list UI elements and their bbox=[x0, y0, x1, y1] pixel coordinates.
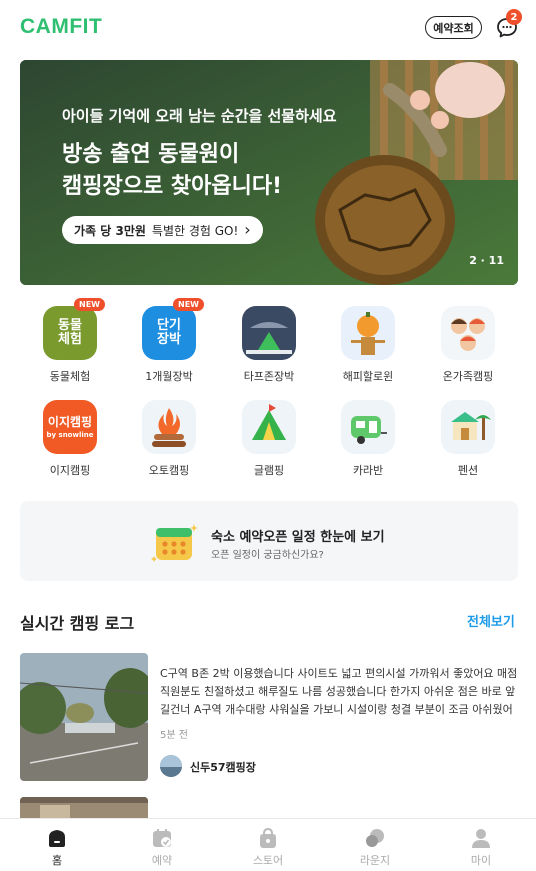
category-label: 이지캠핑 bbox=[49, 464, 91, 477]
tab-label: 라운지 bbox=[359, 854, 391, 867]
see-all-link[interactable]: 전체보기 bbox=[467, 611, 515, 630]
category-label: 1개월장박 bbox=[145, 370, 193, 383]
tab-home[interactable]: 홈 bbox=[27, 827, 87, 868]
tab-label: 홈 bbox=[51, 854, 63, 867]
category-pension[interactable]: 펜션 bbox=[423, 400, 513, 478]
calendar-icon bbox=[151, 524, 198, 562]
category-label: 펜션 bbox=[457, 464, 479, 477]
category-tarp-zone[interactable]: 타프존장박 bbox=[224, 306, 314, 384]
avatar bbox=[160, 755, 182, 777]
chevron-right-icon: › bbox=[244, 220, 251, 239]
schedule-subtitle: 오픈 일정이 궁금하신가요? bbox=[211, 550, 324, 561]
calendar-check-icon bbox=[153, 829, 171, 847]
promo-banner[interactable]: 아이들 기억에 오래 남는 순간을 선물하세요 방송 출연 동물원이 캠핑장으로… bbox=[20, 60, 518, 285]
chat-unread-badge: 2 bbox=[506, 9, 522, 25]
easy-camping-icon: 이지캠핑 by snowline bbox=[43, 400, 97, 454]
reservation-lookup-button[interactable]: 예약조회 bbox=[425, 16, 482, 39]
log-time: 5분 전 bbox=[160, 730, 188, 741]
schedule-title: 숙소 예약오픈 일정 한눈에 보기 bbox=[211, 530, 385, 545]
person-icon bbox=[472, 829, 490, 848]
category-family-camping[interactable]: 온가족캠핑 bbox=[423, 306, 513, 384]
long-stay-icon: 단기 장박 NEW bbox=[142, 298, 204, 360]
caravan-icon bbox=[341, 400, 395, 454]
category-halloween[interactable]: 해피할로윈 bbox=[323, 306, 413, 384]
home-icon bbox=[49, 830, 65, 847]
family-camping-icon bbox=[441, 306, 495, 360]
banner-cta-bold: 가족 당 3만원 bbox=[74, 223, 146, 238]
app-header: CAMFIT 예약조회 2 bbox=[0, 0, 536, 56]
log-thumbnail[interactable] bbox=[20, 653, 148, 781]
halloween-icon bbox=[341, 306, 395, 360]
category-long-stay[interactable]: 단기 장박 NEW 1개월장박 bbox=[124, 298, 214, 384]
new-badge: NEW bbox=[74, 298, 105, 311]
glamping-icon bbox=[242, 400, 296, 454]
tab-store[interactable]: 스토어 bbox=[238, 827, 298, 868]
log-photo bbox=[20, 653, 148, 781]
new-badge: NEW bbox=[173, 298, 204, 311]
log-author[interactable]: 신두57캠핑장 bbox=[190, 759, 256, 775]
category-easy-camping[interactable]: 이지캠핑 by snowline 이지캠핑 bbox=[25, 400, 115, 478]
tab-label: 스토어 bbox=[252, 854, 284, 867]
app-logo[interactable]: CAMFIT bbox=[20, 15, 102, 39]
banner-title-line2: 캠핑장으로 찾아옵니다! bbox=[62, 174, 283, 199]
category-label: 해피할로윈 bbox=[342, 370, 394, 383]
tab-label: 마이 bbox=[470, 854, 492, 867]
tab-lounge[interactable]: 라운지 bbox=[345, 827, 405, 868]
category-auto-camping[interactable]: 오토캠핑 bbox=[124, 400, 214, 478]
animal-experience-icon: 동물 체험 NEW bbox=[43, 298, 105, 360]
bottom-tab-bar: 홈 예약 스토어 라운지 마이 bbox=[0, 818, 536, 871]
section-title: 실시간 캠핑 로그 bbox=[20, 614, 135, 633]
log-text[interactable]: C구역 B존 2박 이용했습니다 사이트도 넓고 편의시설 가까워서 좋았어요 … bbox=[160, 665, 518, 719]
banner-title-line1: 방송 출연 동물원이 bbox=[62, 142, 240, 167]
banner-page-indicator: 2 · 11 bbox=[469, 254, 504, 267]
category-label: 동물체험 bbox=[49, 370, 91, 383]
category-label: 카라반 bbox=[352, 464, 384, 477]
tab-label: 예약 bbox=[151, 854, 173, 867]
tab-reservation[interactable]: 예약 bbox=[132, 827, 192, 868]
banner-cta-text: 특별한 경험 GO! bbox=[151, 223, 239, 238]
category-label: 온가족캠핑 bbox=[442, 370, 494, 383]
category-caravan[interactable]: 카라반 bbox=[323, 400, 413, 478]
tab-my[interactable]: 마이 bbox=[451, 827, 511, 868]
lounge-icon bbox=[366, 829, 384, 847]
auto-camping-icon bbox=[142, 400, 196, 454]
category-glamping[interactable]: 글램핑 bbox=[224, 400, 314, 478]
category-animal-experience[interactable]: 동물 체험 NEW 동물체험 bbox=[25, 298, 115, 384]
banner-subtitle: 아이들 기억에 오래 남는 순간을 선물하세요 bbox=[62, 107, 337, 125]
shopping-bag-icon bbox=[260, 827, 276, 848]
category-label: 오토캠핑 bbox=[148, 464, 190, 477]
banner-cta-button[interactable]: 가족 당 3만원 특별한 경험 GO! › bbox=[62, 216, 263, 244]
pension-icon bbox=[441, 400, 495, 454]
category-label: 글램핑 bbox=[253, 464, 285, 477]
tarp-zone-icon bbox=[242, 306, 296, 360]
reservation-schedule-card[interactable]: 숙소 예약오픈 일정 한눈에 보기 오픈 일정이 궁금하신가요? bbox=[20, 501, 518, 581]
category-label: 타프존장박 bbox=[243, 370, 295, 383]
